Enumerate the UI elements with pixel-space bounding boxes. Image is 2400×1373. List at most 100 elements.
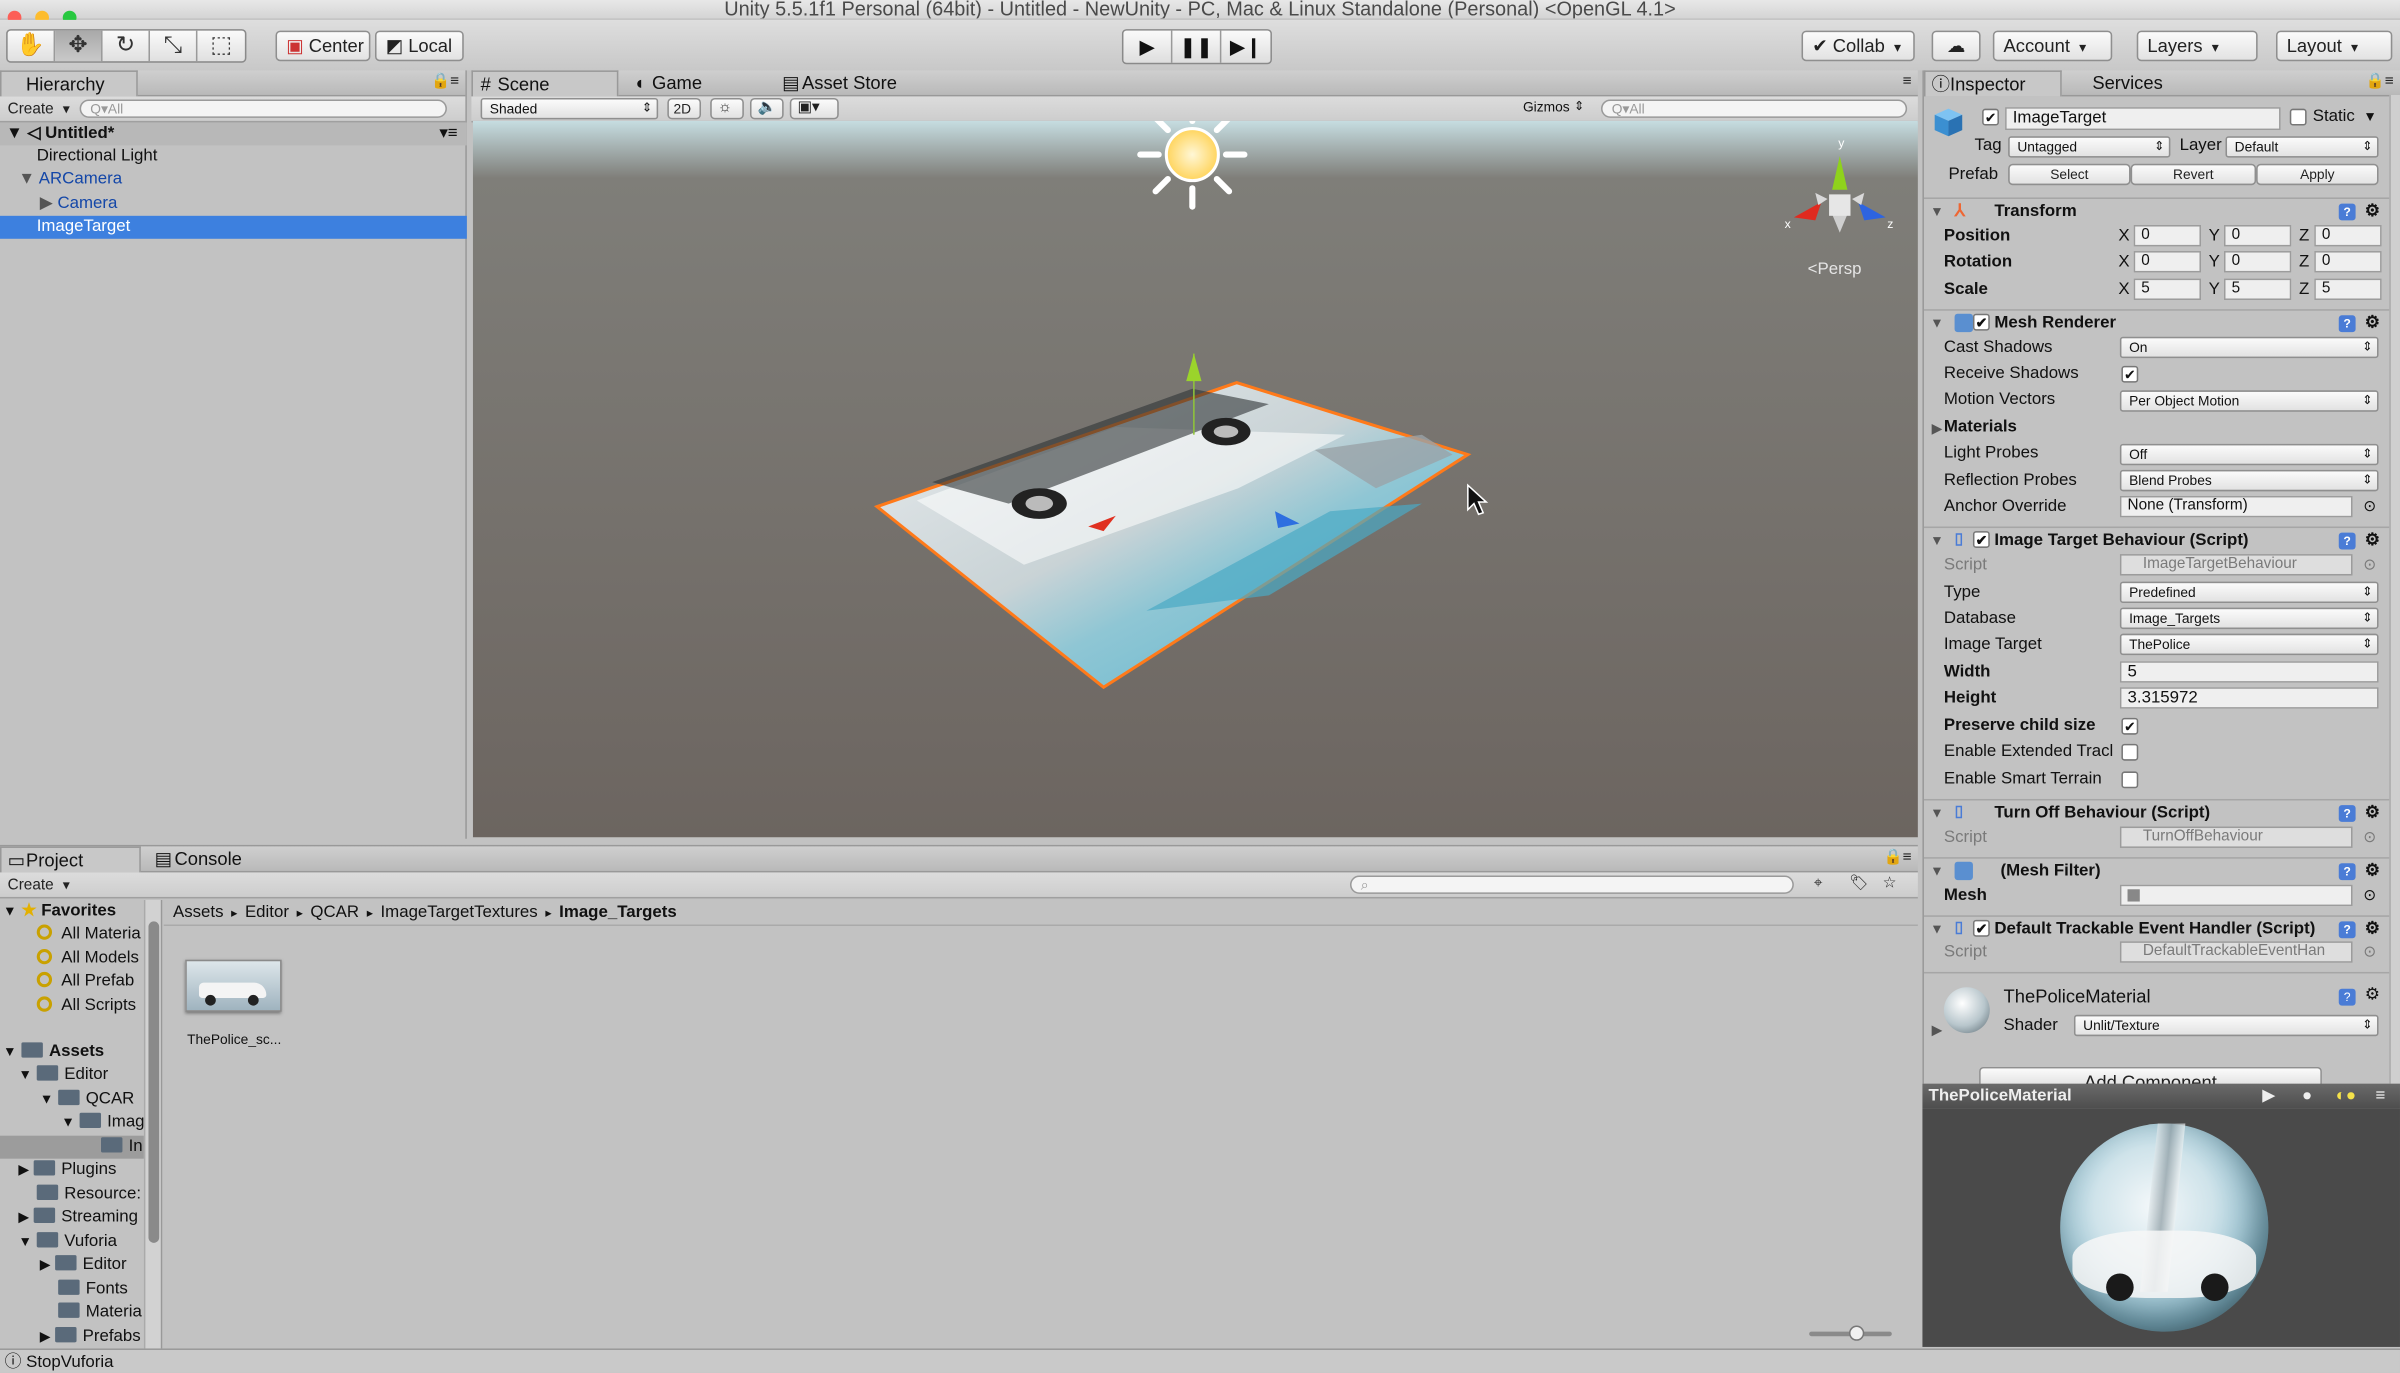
- filter-by-label-icon[interactable]: 🏷: [1849, 874, 1868, 895]
- material-preview[interactable]: [1922, 1108, 2400, 1347]
- shader-dropdown[interactable]: Unlit/Texture: [2073, 1014, 2379, 1037]
- asset-zoom-slider-thumb[interactable]: [1848, 1325, 1865, 1341]
- gameobject-active-checkbox[interactable]: ✔: [1982, 108, 1999, 126]
- folder-editor[interactable]: ▼ Editor: [18, 1064, 108, 1087]
- account-dropdown[interactable]: Account: [1992, 30, 2113, 62]
- filter-by-type-icon[interactable]: ⌖: [1814, 874, 1823, 895]
- pause-icon[interactable]: ❚❚: [1172, 30, 1222, 63]
- reflection-probes-dropdown[interactable]: Blend Probes: [2119, 469, 2379, 492]
- favorite-all-materials[interactable]: All Materia: [36, 923, 141, 946]
- hand-tool-icon[interactable]: ✋: [8, 30, 56, 62]
- orientation-gizmo[interactable]: [1793, 156, 1886, 233]
- rotate-tool-icon[interactable]: ↻: [103, 30, 150, 62]
- panel-menu-icon[interactable]: 🔒≡: [1884, 848, 1912, 869]
- tree-scrollbar-thumb[interactable]: [148, 921, 160, 1243]
- layers-dropdown[interactable]: Layers: [2136, 30, 2258, 62]
- help-book-icon[interactable]: ?: [2338, 532, 2356, 550]
- layer-dropdown[interactable]: Default: [2225, 136, 2379, 158]
- hierarchy-item-camera[interactable]: ▶ Camera: [0, 193, 467, 216]
- tab-console[interactable]: ▤ Console: [150, 846, 288, 872]
- rotation-y-input[interactable]: 0: [2223, 251, 2292, 273]
- collapse-arrow-icon[interactable]: ▶: [1932, 1022, 1943, 1039]
- materials-label[interactable]: Materials: [1944, 416, 2017, 439]
- prefab-apply-button[interactable]: Apply: [2256, 163, 2379, 186]
- help-book-icon[interactable]: ?: [2338, 315, 2356, 333]
- cloud-button[interactable]: ☁: [1931, 30, 1981, 62]
- enable-extended-tracking-checkbox[interactable]: [2121, 743, 2139, 761]
- tab-game[interactable]: ◖ Game: [628, 70, 766, 96]
- rotation-z-input[interactable]: 0: [2314, 251, 2382, 273]
- scale-x-input[interactable]: 5: [2133, 278, 2202, 300]
- gear-icon[interactable]: ⚙: [2365, 528, 2380, 552]
- audio-toggle-icon[interactable]: 🔈: [749, 97, 784, 120]
- position-y-input[interactable]: 0: [2223, 224, 2292, 247]
- breadcrumb-qcar[interactable]: QCAR: [310, 903, 359, 921]
- effects-toggle-icon[interactable]: ▣▾: [789, 97, 839, 120]
- light-probes-dropdown[interactable]: Off: [2119, 443, 2379, 466]
- folder-resources[interactable]: Resource:: [36, 1183, 141, 1206]
- scene-menu-icon[interactable]: ▾≡: [439, 122, 457, 145]
- directional-light-icon[interactable]: [1137, 120, 1248, 210]
- tab-scene[interactable]: # Scene: [471, 70, 619, 97]
- image-target-plane[interactable]: [873, 353, 1472, 690]
- favorites-header[interactable]: ▼ ★ Favorites: [3, 900, 116, 923]
- pivot-local-button[interactable]: ◩ Local: [374, 30, 464, 62]
- tab-asset-store[interactable]: ▤ Asset Store: [778, 70, 946, 96]
- move-tool-icon[interactable]: ✥: [55, 30, 103, 62]
- tab-inspector[interactable]: ⓘ Inspector: [1923, 70, 2062, 97]
- favorite-all-models[interactable]: All Models: [36, 947, 139, 970]
- asset-zoom-slider[interactable]: [1809, 1325, 1892, 1341]
- collab-button[interactable]: ✔ Collab: [1801, 30, 1915, 62]
- help-book-icon[interactable]: ?: [2338, 863, 2356, 881]
- folder-plugins[interactable]: ▶ Plugins: [18, 1159, 116, 1182]
- mesh-field[interactable]: [2119, 884, 2353, 907]
- gameobject-name-input[interactable]: ImageTarget: [2005, 107, 2281, 131]
- favorite-all-prefabs[interactable]: All Prefab: [36, 970, 134, 993]
- panel-menu-icon[interactable]: 🔒≡: [431, 72, 459, 93]
- scale-tool-icon[interactable]: ⤡: [150, 30, 198, 62]
- collapse-arrow-icon[interactable]: ▶: [40, 194, 53, 212]
- favorite-all-scripts[interactable]: All Scripts: [36, 995, 136, 1018]
- tab-hierarchy[interactable]: Hierarchy: [0, 70, 138, 97]
- play-icon[interactable]: ▶: [1123, 30, 1173, 63]
- rect-tool-icon[interactable]: ⬚: [197, 31, 244, 62]
- project-search-input[interactable]: ⌕: [1349, 875, 1794, 894]
- database-dropdown[interactable]: Image_Targets: [2119, 607, 2379, 630]
- project-create-button[interactable]: Create: [8, 874, 70, 897]
- position-x-input[interactable]: 0: [2133, 224, 2202, 247]
- folder-image-targets[interactable]: In: [0, 1135, 161, 1159]
- scene-viewport[interactable]: x y z <Persp: [472, 120, 1918, 838]
- preserve-child-size-checkbox[interactable]: ✔: [2121, 717, 2139, 735]
- mesh-renderer-component-header[interactable]: ▼ ✔ Mesh Renderer ? ⚙: [1923, 309, 2391, 335]
- mesh-renderer-enabled-checkbox[interactable]: ✔: [1972, 313, 1990, 331]
- folder-vuforia[interactable]: ▼ Vuforia: [18, 1231, 117, 1254]
- panel-menu-icon[interactable]: ≡: [1903, 72, 1912, 93]
- help-book-icon[interactable]: ?: [2338, 203, 2356, 221]
- hierarchy-item-arcamera[interactable]: ▼ ARCamera: [0, 168, 467, 191]
- hierarchy-item-imagetarget[interactable]: ImageTarget: [0, 215, 467, 239]
- lighting-toggle-icon[interactable]: ☼: [710, 97, 744, 120]
- prefab-revert-button[interactable]: Revert: [2130, 163, 2257, 186]
- folder-prefabs[interactable]: ▶ Prefabs: [40, 1325, 141, 1348]
- inspector-scrollbar[interactable]: [2389, 94, 2400, 1084]
- favorite-star-icon[interactable]: ☆: [1883, 874, 1897, 895]
- enable-smart-terrain-checkbox[interactable]: [2121, 771, 2139, 789]
- rotation-x-input[interactable]: 0: [2133, 251, 2202, 273]
- trackable-handler-enabled-checkbox[interactable]: ✔: [1972, 919, 1990, 937]
- toggle-2d-button[interactable]: 2D: [667, 97, 702, 120]
- shading-mode-dropdown[interactable]: Shaded: [480, 97, 659, 120]
- projection-label[interactable]: <Persp: [1808, 260, 1862, 278]
- assets-header[interactable]: ▼ Assets: [3, 1041, 104, 1064]
- tab-project[interactable]: ▭ Project: [0, 846, 141, 873]
- image-target-behaviour-header[interactable]: ▼ ▯ ✔ Image Target Behaviour (Script) ? …: [1923, 526, 2391, 553]
- breadcrumb-image-targets[interactable]: Image_Targets: [559, 903, 677, 921]
- expand-arrow-icon[interactable]: ▼: [18, 170, 35, 188]
- trackable-event-handler-header[interactable]: ▼ ▯ ✔ Default Trackable Event Handler (S…: [1923, 915, 2391, 941]
- help-book-icon[interactable]: ?: [2338, 805, 2356, 822]
- scene-root[interactable]: ▼ ◁ Untitled* ▾≡: [0, 122, 467, 146]
- pivot-center-button[interactable]: ▣ Center: [275, 30, 371, 62]
- turn-off-behaviour-header[interactable]: ▼ ▯ Turn Off Behaviour (Script) ? ⚙: [1923, 798, 2391, 825]
- folder-qcar[interactable]: ▼ QCAR: [40, 1088, 135, 1111]
- mesh-filter-header[interactable]: ▼ (Mesh Filter) ? ⚙: [1923, 857, 2391, 883]
- scene-search-input[interactable]: Q▾All: [1601, 99, 1908, 118]
